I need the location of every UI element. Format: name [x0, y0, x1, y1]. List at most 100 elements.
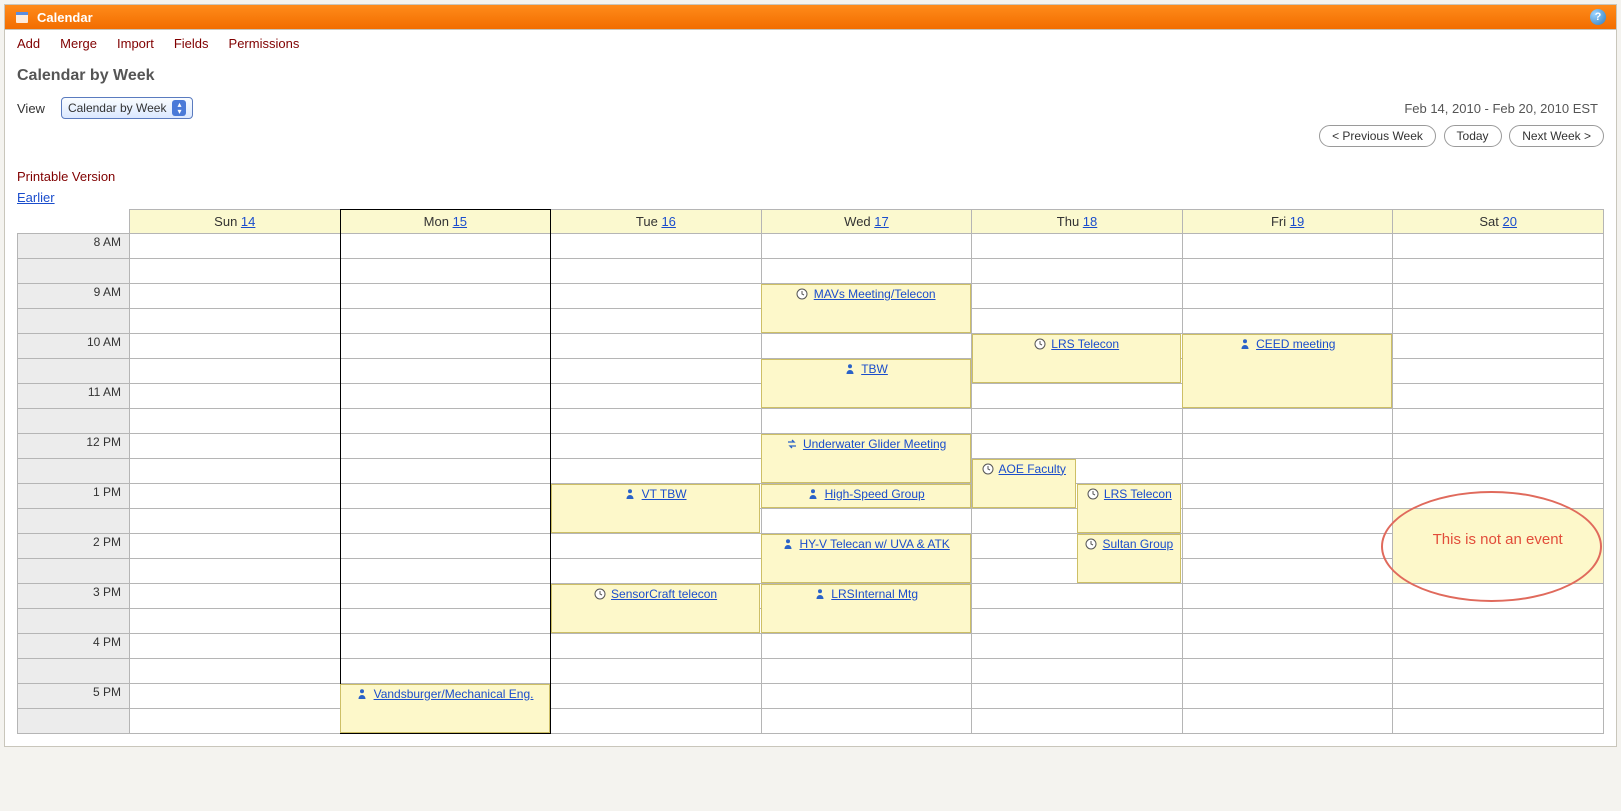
calendar-cell[interactable]: [972, 284, 1183, 309]
calendar-cell[interactable]: [1182, 309, 1393, 334]
next-week-button[interactable]: Next Week >: [1509, 125, 1604, 147]
calendar-cell[interactable]: [1393, 409, 1604, 434]
calendar-cell[interactable]: [1182, 559, 1393, 584]
calendar-cell[interactable]: [1393, 359, 1604, 384]
menu-fields[interactable]: Fields: [174, 36, 209, 51]
help-icon[interactable]: ?: [1590, 9, 1606, 25]
calendar-cell[interactable]: [130, 709, 341, 734]
menu-import[interactable]: Import: [117, 36, 154, 51]
calendar-cell[interactable]: [340, 284, 551, 309]
earlier-link[interactable]: Earlier: [17, 190, 55, 205]
calendar-cell[interactable]: [761, 259, 972, 284]
day-number-link[interactable]: 19: [1290, 214, 1304, 229]
calendar-event[interactable]: High-Speed Group: [761, 484, 971, 508]
day-number-link[interactable]: 14: [241, 214, 255, 229]
calendar-cell[interactable]: [551, 234, 762, 259]
calendar-cell[interactable]: [972, 659, 1183, 684]
calendar-cell[interactable]: [761, 684, 972, 709]
calendar-cell[interactable]: [1182, 584, 1393, 609]
calendar-cell[interactable]: [761, 709, 972, 734]
day-number-link[interactable]: 15: [453, 214, 467, 229]
calendar-cell[interactable]: [551, 684, 762, 709]
calendar-cell[interactable]: [130, 509, 341, 534]
day-number-link[interactable]: 17: [874, 214, 888, 229]
calendar-cell[interactable]: [551, 659, 762, 684]
calendar-cell[interactable]: [551, 334, 762, 359]
calendar-cell[interactable]: [340, 359, 551, 384]
calendar-cell[interactable]: [340, 534, 551, 559]
calendar-cell[interactable]: [551, 384, 762, 409]
calendar-cell[interactable]: [340, 234, 551, 259]
calendar-cell[interactable]: [130, 559, 341, 584]
calendar-cell[interactable]: [972, 234, 1183, 259]
calendar-cell[interactable]: [1182, 434, 1393, 459]
calendar-cell[interactable]: [1393, 459, 1604, 484]
calendar-cell[interactable]: [972, 584, 1183, 609]
calendar-cell[interactable]: [340, 559, 551, 584]
calendar-cell[interactable]: [1393, 609, 1604, 634]
calendar-cell[interactable]: [340, 484, 551, 509]
view-select[interactable]: Calendar by Week ▴▾: [61, 97, 194, 119]
calendar-cell[interactable]: [1182, 459, 1393, 484]
calendar-cell[interactable]: [551, 284, 762, 309]
calendar-cell[interactable]: [972, 409, 1183, 434]
event-link[interactable]: LRS Telecon: [1051, 337, 1119, 351]
event-link[interactable]: Sultan Group: [1102, 537, 1173, 551]
calendar-cell[interactable]: [972, 309, 1183, 334]
calendar-cell[interactable]: [972, 609, 1183, 634]
calendar-event[interactable]: HY-V Telecan w/ UVA & ATK: [761, 534, 971, 583]
calendar-cell[interactable]: [130, 609, 341, 634]
calendar-cell[interactable]: [1393, 484, 1604, 509]
event-link[interactable]: LRSInternal Mtg: [831, 587, 918, 601]
calendar-cell[interactable]: [551, 434, 762, 459]
calendar-cell[interactable]: [340, 259, 551, 284]
calendar-cell[interactable]: [130, 459, 341, 484]
calendar-cell[interactable]: [761, 334, 972, 359]
calendar-cell[interactable]: [340, 509, 551, 534]
calendar-cell[interactable]: [340, 384, 551, 409]
calendar-cell[interactable]: [340, 334, 551, 359]
calendar-cell[interactable]: [130, 584, 341, 609]
calendar-cell[interactable]: [130, 284, 341, 309]
calendar-cell[interactable]: [761, 234, 972, 259]
calendar-cell[interactable]: [972, 384, 1183, 409]
calendar-event[interactable]: MAVs Meeting/Telecon: [761, 284, 971, 333]
calendar-event[interactable]: LRS Telecon: [1077, 484, 1181, 533]
printable-version-link[interactable]: Printable Version: [17, 169, 115, 184]
calendar-cell[interactable]: [1393, 684, 1604, 709]
calendar-cell[interactable]: [551, 534, 762, 559]
calendar-cell[interactable]: [340, 584, 551, 609]
calendar-cell[interactable]: [551, 634, 762, 659]
event-link[interactable]: Vandsburger/Mechanical Eng.: [374, 687, 534, 701]
calendar-event[interactable]: LRS Telecon: [972, 334, 1182, 383]
calendar-cell[interactable]: [340, 409, 551, 434]
calendar-cell[interactable]: [1182, 259, 1393, 284]
calendar-event[interactable]: SensorCraft telecon: [551, 584, 761, 633]
calendar-cell[interactable]: [1182, 709, 1393, 734]
calendar-cell[interactable]: [1393, 334, 1604, 359]
event-link[interactable]: LRS Telecon: [1104, 487, 1172, 501]
day-number-link[interactable]: 20: [1503, 214, 1517, 229]
calendar-cell[interactable]: [130, 359, 341, 384]
calendar-cell[interactable]: [1393, 309, 1604, 334]
event-link[interactable]: VT TBW: [642, 487, 687, 501]
calendar-cell[interactable]: [551, 559, 762, 584]
event-link[interactable]: HY-V Telecan w/ UVA & ATK: [799, 537, 949, 551]
calendar-cell[interactable]: [130, 659, 341, 684]
today-button[interactable]: Today: [1444, 125, 1502, 147]
calendar-cell[interactable]: [130, 334, 341, 359]
calendar-cell[interactable]: [761, 509, 972, 534]
calendar-event[interactable]: VT TBW: [551, 484, 761, 533]
calendar-cell[interactable]: [551, 359, 762, 384]
day-number-link[interactable]: 16: [661, 214, 675, 229]
menu-merge[interactable]: Merge: [60, 36, 97, 51]
calendar-cell[interactable]: [1393, 284, 1604, 309]
calendar-cell[interactable]: [130, 434, 341, 459]
event-link[interactable]: TBW: [861, 362, 888, 376]
calendar-cell[interactable]: [340, 309, 551, 334]
calendar-cell[interactable]: [1182, 234, 1393, 259]
calendar-cell[interactable]: [130, 534, 341, 559]
calendar-cell[interactable]: [130, 234, 341, 259]
calendar-cell[interactable]: [340, 609, 551, 634]
calendar-cell[interactable]: [1182, 634, 1393, 659]
